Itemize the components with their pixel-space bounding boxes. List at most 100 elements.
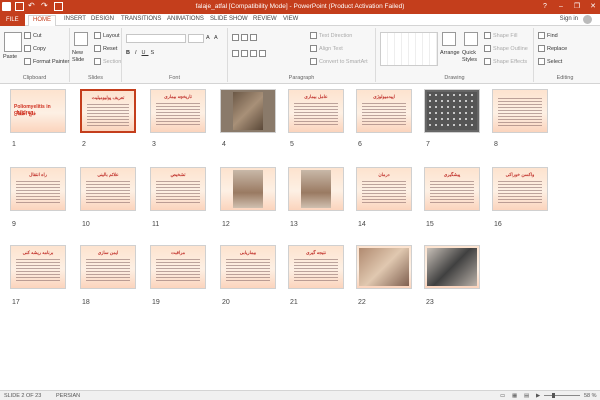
select-button[interactable]: Select: [538, 58, 562, 65]
arrange-icon[interactable]: [442, 32, 456, 46]
quick-styles-button[interactable]: Quick Styles: [462, 50, 484, 64]
layout-button[interactable]: Layout: [94, 32, 120, 39]
slide-thumbnail-20[interactable]: بیماریابی: [220, 245, 276, 289]
language-status[interactable]: PERSIAN: [56, 393, 80, 399]
drawing-label: Drawing: [444, 75, 465, 81]
help-button[interactable]: ?: [540, 2, 550, 11]
slide-number: 4: [222, 141, 226, 148]
copy-button[interactable]: Copy: [24, 45, 46, 52]
restore-button[interactable]: ❐: [572, 2, 582, 11]
tab-animations[interactable]: ANIMATIONS: [163, 15, 208, 23]
slide-number: 17: [12, 299, 20, 306]
slide-number: 13: [290, 221, 298, 228]
tab-view[interactable]: VIEW: [279, 15, 302, 23]
reset-button[interactable]: Reset: [94, 45, 117, 52]
tab-design[interactable]: DESIGN: [87, 15, 118, 23]
find-button[interactable]: Find: [538, 32, 558, 39]
smartart-icon: [310, 58, 317, 65]
slide-number: 7: [426, 141, 430, 148]
font-format-buttons[interactable]: BIUS: [126, 50, 157, 56]
bullets-icon[interactable]: [232, 34, 257, 41]
slide-thumbnail-2[interactable]: تعریف پولیومیلیت: [80, 89, 136, 133]
shrink-font-icon[interactable]: A: [214, 35, 218, 41]
slide-thumbnail-8[interactable]: [492, 89, 548, 133]
slide-thumbnail-17[interactable]: برنامه ریشه کنی: [10, 245, 66, 289]
close-button[interactable]: ✕: [588, 2, 598, 11]
slide-thumbnail-16[interactable]: واکسن خوراکی: [492, 167, 548, 211]
slide-thumbnail-18[interactable]: ایمن سازی: [80, 245, 136, 289]
brush-icon: [24, 58, 31, 65]
tab-file[interactable]: FILE: [0, 14, 25, 26]
align-text-button[interactable]: Align Text: [310, 45, 343, 52]
align-icons[interactable]: [232, 50, 266, 57]
ribbon: Paste Cut Copy Format Painter Clipboard …: [0, 26, 600, 84]
slide-sorter-view-icon[interactable]: ▦: [512, 393, 517, 399]
zoom-slider-handle[interactable]: [552, 393, 555, 398]
normal-view-icon[interactable]: ▭: [500, 393, 505, 399]
format-painter-button[interactable]: Format Painter: [24, 58, 69, 65]
tab-slide-show[interactable]: SLIDE SHOW: [206, 15, 252, 23]
effects-icon: [484, 58, 491, 65]
text-direction-icon: [310, 32, 317, 39]
minimize-button[interactable]: –: [556, 2, 566, 11]
avatar[interactable]: [583, 15, 592, 24]
editing-label: Editing: [556, 75, 574, 81]
arrange-button[interactable]: Arrange: [440, 50, 460, 56]
child-photo: [301, 170, 331, 208]
slide-sorter: Poliomyelitis in children فلج اطفال 1 تعر…: [0, 85, 600, 390]
shape-fill-button[interactable]: Shape Fill: [484, 32, 517, 39]
new-slide-button[interactable]: New Slide: [72, 50, 94, 64]
convert-smartart-button[interactable]: Convert to SmartArt: [310, 58, 368, 65]
reset-icon: [94, 45, 101, 52]
paste-icon[interactable]: [4, 32, 22, 52]
editing-group: Find Replace Select Editing: [534, 28, 596, 82]
shapes-gallery[interactable]: [380, 32, 438, 66]
slide-thumbnail-10[interactable]: علائم بالینی: [80, 167, 136, 211]
shape-outline-button[interactable]: Shape Outline: [484, 45, 528, 52]
paste-button[interactable]: Paste: [3, 54, 17, 60]
replace-button[interactable]: Replace: [538, 45, 567, 52]
grow-font-icon[interactable]: A: [206, 35, 210, 41]
section-button[interactable]: Section: [94, 58, 121, 65]
slideshow-view-icon[interactable]: ▶: [536, 393, 540, 399]
slide-thumbnail-22[interactable]: [356, 245, 412, 289]
slide-thumbnail-23[interactable]: [424, 245, 480, 289]
slide-thumbnail-4[interactable]: [220, 89, 276, 133]
sign-in-link[interactable]: Sign in: [560, 16, 578, 22]
zoom-slider[interactable]: [544, 393, 580, 398]
paint-bucket-icon: [484, 32, 491, 39]
new-slide-icon[interactable]: [74, 32, 88, 46]
clipboard-label: Clipboard: [22, 75, 47, 81]
text-direction-button[interactable]: Text Direction: [310, 32, 352, 39]
slide-thumbnail-19[interactable]: مراقبت: [150, 245, 206, 289]
slide-thumbnail-7[interactable]: [424, 89, 480, 133]
slide-number: 8: [494, 141, 498, 148]
paragraph-label: Paragraph: [288, 75, 315, 81]
slide-thumbnail-3[interactable]: تاریخچه بیماری: [150, 89, 206, 133]
slides-label: Slides: [88, 75, 103, 81]
font-name-input[interactable]: [126, 34, 186, 43]
cut-button[interactable]: Cut: [24, 32, 42, 39]
slide-thumbnail-12[interactable]: [220, 167, 276, 211]
slide-thumbnail-6[interactable]: اپیدمیولوژی: [356, 89, 412, 133]
slide-number: 5: [290, 141, 294, 148]
reading-view-icon[interactable]: ▤: [524, 393, 529, 399]
slide-thumbnail-11[interactable]: تشخیص: [150, 167, 206, 211]
clipboard-group: Paste Cut Copy Format Painter Clipboard: [0, 28, 70, 82]
slide-number: 10: [82, 221, 90, 228]
slide-thumbnail-21[interactable]: نتیجه گیری: [288, 245, 344, 289]
slide-thumbnail-15[interactable]: پیشگیری: [424, 167, 480, 211]
slide-thumbnail-13[interactable]: [288, 167, 344, 211]
tab-insert[interactable]: INSERT: [60, 15, 90, 23]
ribbon-tabs: FILE HOME INSERT DESIGN TRANSITIONS ANIM…: [0, 14, 600, 27]
slide-thumbnail-1[interactable]: Poliomyelitis in children فلج اطفال: [10, 89, 66, 133]
zoom-level[interactable]: 58 %: [584, 393, 597, 399]
shape-effects-button[interactable]: Shape Effects: [484, 58, 527, 65]
font-size-input[interactable]: [188, 34, 204, 43]
slide-thumbnail-5[interactable]: عامل بیماری: [288, 89, 344, 133]
slide-thumbnail-14[interactable]: درمان: [356, 167, 412, 211]
quick-styles-icon[interactable]: [464, 32, 478, 46]
tab-transitions[interactable]: TRANSITIONS: [117, 15, 165, 23]
slide-thumbnail-9[interactable]: راه انتقال: [10, 167, 66, 211]
tab-review[interactable]: REVIEW: [249, 15, 281, 23]
